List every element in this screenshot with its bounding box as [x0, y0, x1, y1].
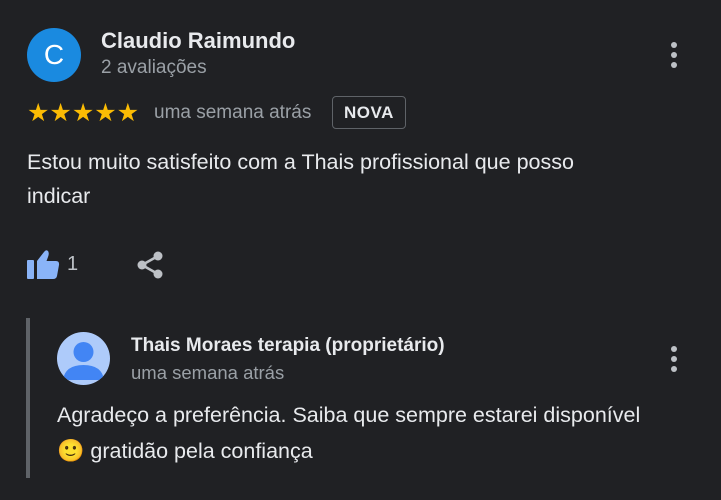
share-icon[interactable] — [134, 249, 166, 281]
reply-text-line: 🙂 gratidão pela confiança — [57, 433, 697, 469]
reviewer-avatar[interactable]: C — [27, 28, 81, 82]
smile-emoji-icon: 🙂 — [57, 438, 85, 463]
reviewer-review-count: 2 avaliações — [101, 57, 207, 78]
thumb-up-icon[interactable] — [26, 248, 62, 280]
reply-more-options-icon[interactable] — [662, 342, 686, 376]
reply-text: Agradeço a preferência. Saiba que sempre… — [57, 397, 697, 469]
review-text-line: indicar — [27, 184, 91, 208]
default-person-avatar-icon — [63, 342, 104, 380]
review-text-line: Estou muito satisfeito com a Thais profi… — [27, 150, 574, 174]
review-text: Estou muito satisfeito com a Thais profi… — [27, 145, 677, 213]
owner-name[interactable]: Thais Moraes terapia (proprietário) — [131, 335, 445, 357]
reply-text-segment: gratidão pela confiança — [84, 439, 313, 463]
review-more-options-icon[interactable] — [662, 38, 686, 72]
kebab-dot — [671, 62, 677, 68]
like-count: 1 — [67, 253, 79, 275]
reply-time: uma semana atrás — [131, 362, 285, 383]
kebab-dot — [671, 52, 677, 58]
kebab-dot — [671, 366, 677, 372]
kebab-dot — [671, 346, 677, 352]
kebab-dot — [671, 42, 677, 48]
owner-avatar[interactable] — [57, 332, 110, 385]
kebab-dot — [671, 356, 677, 362]
review-time: uma semana atrás — [154, 102, 312, 123]
reviewer-avatar-letter: C — [43, 39, 65, 70]
reviewer-name[interactable]: Claudio Raimundo — [101, 28, 295, 54]
reply-divider — [26, 318, 30, 478]
reply-text-line: Agradeço a preferência. Saiba que sempre… — [57, 403, 641, 427]
star-rating: ★★★★★ — [27, 99, 140, 127]
new-badge: NOVA — [332, 96, 406, 129]
